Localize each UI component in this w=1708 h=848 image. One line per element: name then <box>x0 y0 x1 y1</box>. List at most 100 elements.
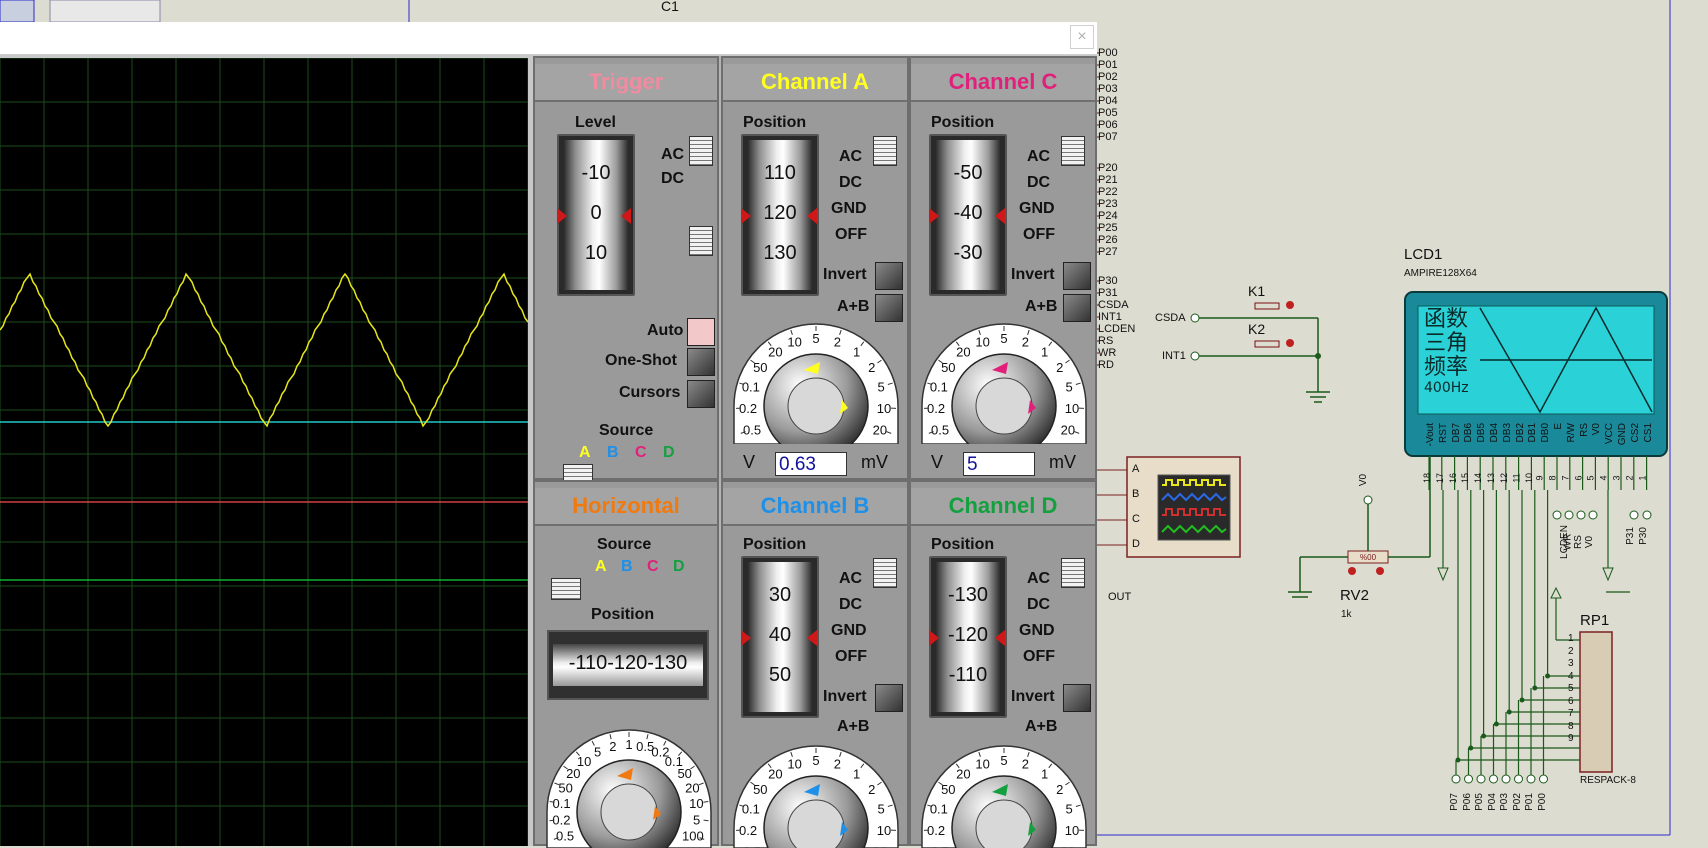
horizontal-src-c: C <box>647 558 659 576</box>
mcu-pin-label: P21 <box>1098 174 1118 186</box>
auto-button[interactable] <box>687 318 715 346</box>
mcu-pin-label: WR <box>1098 347 1116 359</box>
dial-label: 20 <box>956 344 970 359</box>
bottom-pin-label: P06 <box>1461 793 1473 811</box>
channel-c-invert-button[interactable] <box>1063 262 1091 290</box>
dial-label: 10 <box>877 823 891 838</box>
trigger-coupling-switch[interactable] <box>689 136 713 166</box>
horizontal-position-control[interactable]: -110-120-130 <box>547 630 709 700</box>
channel-c-mode-switch[interactable] <box>1061 136 1085 166</box>
trigger-title: Trigger <box>535 64 717 102</box>
oscilloscope-titlebar[interactable]: × <box>0 22 1097 55</box>
level-tick-1: -10 <box>564 162 628 185</box>
channel-d-ac: AC <box>1027 570 1050 588</box>
dial-label: 0.2 <box>927 401 945 416</box>
bus-junction <box>1456 758 1461 763</box>
control-panel: Trigger Level -10 0 10 AC DC Auto One-Sh… <box>533 56 1097 846</box>
auto-label: Auto <box>647 322 683 340</box>
bus-terminal <box>1540 775 1548 783</box>
bus-terminal <box>1527 775 1535 783</box>
channel-c-gnd: GND <box>1019 200 1055 218</box>
dial-label: 1 <box>625 737 632 752</box>
channel-c-volts-dial[interactable]: 0.50.20.1502010521251020 <box>915 314 1093 444</box>
channel-a-value[interactable]: 0.63 <box>775 452 847 476</box>
channel-d-invert-button[interactable] <box>1063 684 1091 712</box>
lcd-pin-number: 13 <box>1485 473 1497 483</box>
rv2-label: RV2 <box>1340 590 1369 602</box>
lcd-ctrl-label: V0 <box>1584 536 1596 548</box>
trigger-src-b: B <box>607 444 619 462</box>
dial-label: 0.2 <box>552 812 570 827</box>
dial-label: 50 <box>558 780 572 795</box>
horizontal-section: Horizontal Source A B C D Position -110-… <box>533 480 719 846</box>
dial-label: 0.5 <box>931 422 949 437</box>
channel-b-marker-right <box>807 630 817 646</box>
channel-c-position-label: Position <box>931 114 994 132</box>
mcu-pin-label: CSDA <box>1098 299 1129 311</box>
dial-label: 50 <box>753 360 767 375</box>
horizontal-source-slider[interactable] <box>551 578 581 600</box>
close-button[interactable]: × <box>1070 25 1094 49</box>
cursors-button[interactable] <box>687 380 715 408</box>
channel-b-gnd: GND <box>831 622 867 640</box>
mcu-pin-label: INT1 <box>1098 311 1122 323</box>
channel-a-section: Channel A Position 110 120 130 AC DC GND… <box>721 56 909 480</box>
dial-label: 10 <box>877 401 891 416</box>
channel-a-off: OFF <box>835 226 867 244</box>
dial-label: 2 <box>609 739 616 754</box>
horizontal-title: Horizontal <box>535 488 717 526</box>
channel-a-ac: AC <box>839 148 862 166</box>
dial-label: 2 <box>1056 360 1063 375</box>
dial-label: 2 <box>1022 756 1029 771</box>
channel-a-volts-dial[interactable]: 0.50.20.1502010521251020 <box>727 314 905 444</box>
channel-a-tick-1: 110 <box>748 162 812 185</box>
lcd-pin-label: GND <box>1617 423 1629 453</box>
horizontal-source-label: Source <box>597 536 651 554</box>
one-shot-button[interactable] <box>687 348 715 376</box>
channel-b-mode-switch[interactable] <box>873 558 897 588</box>
mcu-pin-label: P27 <box>1098 246 1118 258</box>
rp1-pin-number: 3 <box>1568 658 1574 670</box>
dial-label: 10 <box>975 756 989 771</box>
channel-d-section: Channel D Position -130 -120 -110 AC DC … <box>909 480 1097 846</box>
timebase-dial[interactable]: 0.50.20.15020105210.50.20.15020105100 <box>543 720 715 848</box>
channel-b-invert-button[interactable] <box>875 684 903 712</box>
channel-b-tick-2: 40 <box>748 624 812 647</box>
channel-b-title: Channel B <box>723 488 907 526</box>
dial-label: 0.1 <box>742 379 760 394</box>
dial-tick <box>704 820 709 821</box>
channel-a-invert-button[interactable] <box>875 262 903 290</box>
lcd-screen-line: 频率 <box>1424 356 1480 380</box>
channel-d-volts-dial[interactable]: 0.50.20.1502010521251020 <box>915 736 1093 848</box>
rp1-pin-number: 8 <box>1568 721 1574 733</box>
channel-a-tick-2: 120 <box>748 202 812 225</box>
bottom-pin-label: P00 <box>1536 793 1548 811</box>
lcd-pin-number: 16 <box>1447 473 1459 483</box>
k1-label: K1 <box>1248 285 1265 297</box>
bus-terminal <box>1490 775 1498 783</box>
dial-label: 10 <box>689 796 703 811</box>
dial-label: 10 <box>787 756 801 771</box>
channel-b-dc: DC <box>839 596 862 614</box>
bottom-pin-label: P05 <box>1474 793 1486 811</box>
bus-terminal <box>1502 775 1510 783</box>
lcd-model: AMPIRE128X64 <box>1404 268 1477 280</box>
p-pin-label: P30 <box>1638 527 1650 545</box>
trigger-src-a: A <box>579 444 591 462</box>
dial-label: 5 <box>812 753 819 768</box>
rv2-value: 1k <box>1341 609 1352 621</box>
channel-b-volts-dial[interactable]: 0.50.20.1502010521251020 <box>727 736 905 848</box>
lcd-pin-number: 15 <box>1459 473 1471 483</box>
rp1-pin-number: 7 <box>1568 708 1574 720</box>
channel-c-value[interactable]: 5 <box>963 452 1035 476</box>
bus-junction <box>1532 686 1537 691</box>
trigger-edge-switch[interactable] <box>689 226 713 256</box>
trigger-section: Trigger Level -10 0 10 AC DC Auto One-Sh… <box>533 56 719 480</box>
channel-a-mode-switch[interactable] <box>873 136 897 166</box>
channel-c-marker-left <box>929 208 939 224</box>
ctrl-terminal <box>1565 511 1573 519</box>
lcd-pin-label: DB5 <box>1476 423 1488 453</box>
oscilloscope-window[interactable]: × Trigger Level -10 0 10 AC DC Auto One-… <box>0 22 1097 846</box>
channel-d-mode-switch[interactable] <box>1061 558 1085 588</box>
horizontal-src-a: A <box>595 558 607 576</box>
